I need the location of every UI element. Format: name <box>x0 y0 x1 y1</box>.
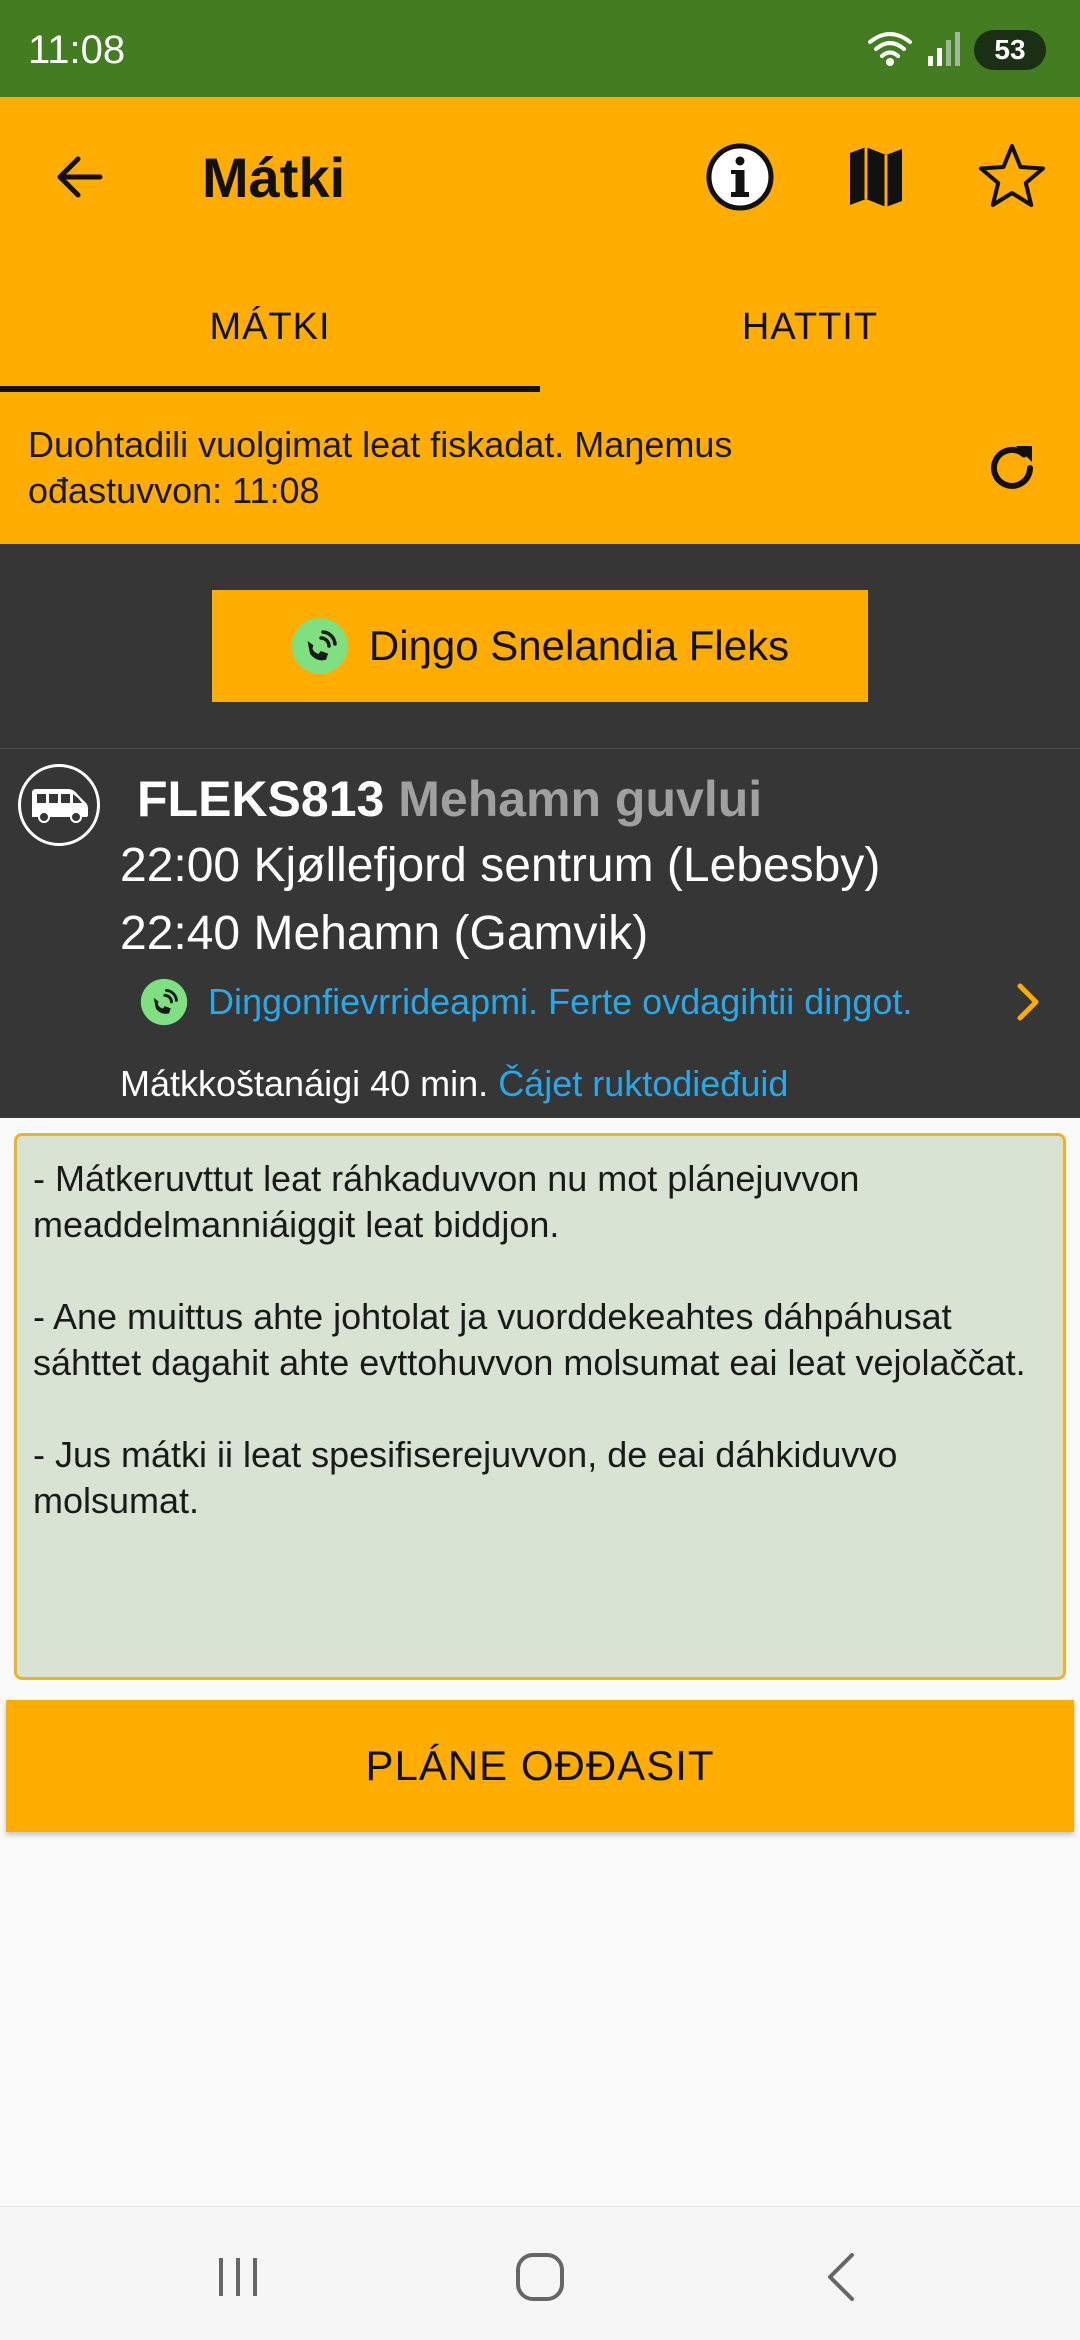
tab-bar: MÁTKI HATTIT <box>0 262 1080 392</box>
chevron-right-icon <box>1006 980 1050 1024</box>
info-box: - Mátkeruvttut leat ráhkaduvvon nu mot p… <box>14 1133 1066 1680</box>
screen: 11:08 53 Mátki MÁTKI HATTIT Duohtadili v… <box>0 0 1080 2340</box>
recent-apps-icon <box>219 2258 257 2296</box>
app-bar: Mátki <box>0 97 1080 262</box>
route-header: FLEKS813 Mehamn guvlui <box>137 766 762 832</box>
phone-booking-icon <box>291 618 348 674</box>
divider <box>0 748 1080 749</box>
plan-again-button[interactable]: PLÁNE OĐĐASIT <box>6 1700 1074 1832</box>
status-icons: 53 <box>866 26 1046 74</box>
arrival-stop: 22:40 Mehamn (Gamvik) <box>120 907 649 960</box>
route-destination: Mehamn guvlui <box>398 771 763 827</box>
travel-duration: Mátkkoštanáigi 40 min. <box>120 1063 489 1104</box>
operator-label: Diŋgo Snelandia Fleks <box>368 622 790 669</box>
show-stops-link[interactable]: Čájet ruktodieđuid <box>498 1063 788 1104</box>
realtime-message: Duohtadili vuolgimat leat fiskadat. Maŋe… <box>28 424 733 511</box>
minibus-icon <box>18 764 100 846</box>
back-arrow-icon <box>57 156 103 198</box>
info-button[interactable] <box>700 137 780 217</box>
status-bar: 11:08 53 <box>0 0 1080 97</box>
tab-trip[interactable]: MÁTKI <box>0 262 540 392</box>
battery-icon: 53 <box>974 30 1046 70</box>
booking-text: Diŋgonfievrrideapmi. Ferte ovdagihtii di… <box>208 981 913 1022</box>
map-button[interactable] <box>836 137 916 217</box>
recent-apps-button[interactable] <box>198 2237 278 2317</box>
phone-booking-icon <box>140 978 188 1026</box>
tab-prices[interactable]: HATTIT <box>540 262 1080 392</box>
info-paragraph: - Ane muittus ahte johtolat ja vuorddeke… <box>33 1296 1026 1383</box>
booking-info-row[interactable]: Diŋgonfievrrideapmi. Ferte ovdagihtii di… <box>140 964 1050 1040</box>
route-code: FLEKS813 <box>137 771 385 827</box>
info-paragraph: - Jus mátki ii leat spesifiserejuvvon, d… <box>33 1434 898 1521</box>
status-time: 11:08 <box>28 28 126 72</box>
wifi-icon <box>866 28 914 73</box>
realtime-banner: Duohtadili vuolgimat leat fiskadat. Maŋe… <box>0 392 1080 544</box>
favorite-button[interactable] <box>972 137 1052 217</box>
page-title: Mátki <box>202 146 346 209</box>
refresh-icon <box>991 446 1033 489</box>
map-icon <box>850 147 902 207</box>
signal-icon <box>926 28 962 73</box>
info-paragraph: - Mátkeruvttut leat ráhkaduvvon nu mot p… <box>33 1158 860 1245</box>
refresh-button[interactable] <box>974 430 1050 506</box>
info-icon <box>706 143 774 211</box>
departure-stop: 22:00 Kjøllefjord sentrum (Lebesby) <box>120 839 881 892</box>
operator-button[interactable]: Diŋgo Snelandia Fleks <box>212 590 868 702</box>
back-chevron-icon <box>828 2253 854 2301</box>
star-icon <box>979 144 1045 207</box>
home-icon <box>516 2253 564 2301</box>
home-button[interactable] <box>500 2237 580 2317</box>
trip-panel: Diŋgo Snelandia Fleks FLEKS813 Mehamn gu… <box>0 544 1080 1118</box>
duration-row: Mátkkoštanáigi 40 min. Čájet ruktodieđuid <box>120 1056 788 1112</box>
back-button[interactable] <box>40 137 120 217</box>
system-nav-bar <box>0 2206 1080 2340</box>
back-nav-button[interactable] <box>802 2237 882 2317</box>
